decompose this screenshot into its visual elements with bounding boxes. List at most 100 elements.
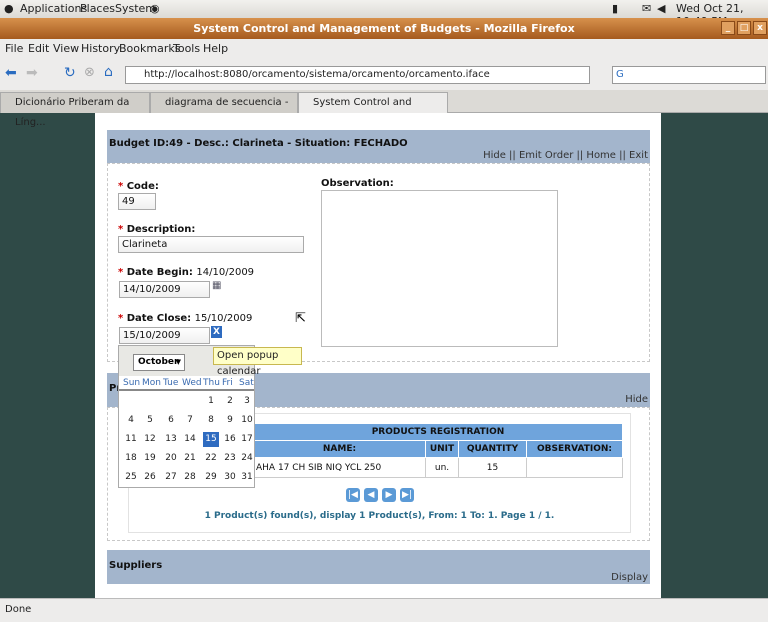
calendar-day[interactable]: 25	[123, 470, 139, 485]
calendar-icon[interactable]: ▦	[212, 280, 221, 291]
calendar-day[interactable]: 5	[142, 413, 158, 428]
calendar-day[interactable]: 8	[203, 413, 219, 428]
calendar-day[interactable]: 31	[239, 470, 255, 485]
calendar-day[interactable]: 11	[123, 432, 139, 447]
budget-header: Budget ID:49 - Desc.: Clarineta - Situat…	[107, 130, 650, 163]
search-engine-selector[interactable]: G	[613, 69, 624, 80]
applications-menu[interactable]: Applications	[20, 2, 87, 15]
description-input[interactable]: Clarineta	[118, 236, 304, 253]
calendar-day[interactable]: 4	[123, 413, 139, 428]
maximize-button[interactable]: □	[737, 21, 751, 35]
col-unit: UNIT	[425, 440, 459, 458]
status-bar: Done	[0, 598, 768, 622]
mail-icon[interactable]: ✉	[642, 2, 651, 15]
calendar-day[interactable]: 6	[163, 413, 179, 428]
calendar-day[interactable]: 21	[182, 451, 198, 466]
last-page-button[interactable]: ▶|	[400, 488, 414, 502]
description-label: * Description:	[118, 224, 196, 235]
search-input[interactable]: G	[612, 66, 766, 84]
suppliers-header: Suppliers Display	[107, 550, 650, 584]
col-quantity: QUANTITY	[458, 440, 527, 458]
window-title: System Control and Management of Budgets…	[193, 22, 575, 35]
back-icon[interactable]: ⬅	[5, 65, 17, 81]
weekday-sun: Sun	[123, 378, 141, 388]
calendar-day[interactable]: 14	[182, 432, 198, 447]
next-page-button[interactable]: ▶	[382, 488, 396, 502]
calendar-day[interactable]: 29	[203, 470, 219, 485]
window-titlebar: System Control and Management of Budgets…	[0, 18, 768, 39]
calendar-day[interactable]: 20	[163, 451, 179, 466]
menu-tools[interactable]: Tools	[173, 42, 200, 55]
col-observation: OBSERVATION:	[526, 440, 623, 458]
calendar-day[interactable]: 27	[163, 470, 179, 485]
observation-textarea[interactable]	[321, 190, 558, 347]
calendar-day[interactable]: 10	[239, 413, 255, 428]
calendar-day[interactable]: 7	[182, 413, 198, 428]
calendar-day[interactable]: 30	[222, 470, 238, 485]
menu-help[interactable]: Help	[203, 42, 228, 55]
suppliers-title: Suppliers	[109, 560, 163, 571]
calendar-day[interactable]: 17	[239, 432, 255, 447]
calendar-day[interactable]: 16	[222, 432, 238, 447]
date-close-input[interactable]: 15/10/2009	[119, 327, 210, 344]
calendar-day[interactable]: 1	[203, 394, 219, 409]
date-close-label: * Date Close: 15/10/2009	[118, 313, 253, 324]
divider	[119, 389, 254, 391]
menu-bookmarks[interactable]: Bookmarks	[119, 42, 180, 55]
calendar-day[interactable]: 18	[123, 451, 139, 466]
date-begin-input[interactable]: 14/10/2009	[119, 281, 210, 298]
url-bar[interactable]: http://localhost:8080/orcamento/sistema/…	[125, 66, 590, 84]
top-panel: ● Applications Places System ◉ ▮ ✉ ◀ Wed…	[0, 0, 768, 28]
calendar-day[interactable]: 28	[182, 470, 198, 485]
calendar-day[interactable]: 15	[203, 432, 219, 447]
calendar-day[interactable]: 26	[142, 470, 158, 485]
close-window-button[interactable]: x	[753, 21, 767, 35]
header-links[interactable]: Hide || Emit Order || Home || Exit	[483, 150, 648, 161]
calendar-day[interactable]: 12	[142, 432, 158, 447]
minimize-button[interactable]: _	[721, 21, 735, 35]
products-table-title: PRODUCTS REGISTRATION	[253, 423, 623, 441]
volume-icon[interactable]: ◀	[657, 2, 665, 15]
first-page-button[interactable]: |◀	[346, 488, 360, 502]
observation-label: Observation:	[321, 178, 394, 189]
cell-observation	[526, 457, 623, 478]
network-icon[interactable]: ▮	[612, 2, 618, 15]
menu-file[interactable]: File	[5, 42, 23, 55]
calendar-day[interactable]: 13	[163, 432, 179, 447]
menu-history[interactable]: History	[81, 42, 120, 55]
home-icon[interactable]: ⌂	[104, 64, 113, 80]
stop-icon[interactable]: ⊗	[84, 65, 95, 80]
firefox-launcher-icon[interactable]: ◉	[150, 2, 160, 15]
menu-edit[interactable]: Edit	[28, 42, 49, 55]
tab-bar: Dicionário Priberam da Líng...✕ diagrama…	[0, 90, 768, 128]
code-label: * Code:	[118, 181, 159, 192]
calendar-day[interactable]: 23	[222, 451, 238, 466]
forward-icon[interactable]: ➡	[26, 65, 38, 81]
products-hide-link[interactable]: Hide	[625, 394, 648, 405]
previous-page-button[interactable]: ◀	[364, 488, 378, 502]
close-calendar-icon[interactable]: X	[211, 326, 222, 338]
calendar-day[interactable]: 19	[142, 451, 158, 466]
weekday-mon: Mon	[142, 378, 161, 388]
mouse-cursor-icon: ⇱	[295, 311, 306, 326]
calendar-day[interactable]: 2	[222, 394, 238, 409]
reload-icon[interactable]: ↻	[64, 65, 76, 81]
weekday-tue: Tue	[163, 378, 179, 388]
date-begin-label: * Date Begin: 14/10/2009	[118, 267, 255, 278]
tooltip: Open popup calendar	[213, 347, 302, 377]
calendar-day[interactable]: 22	[203, 451, 219, 466]
suppliers-display-link[interactable]: Display	[611, 572, 648, 583]
code-input[interactable]: 49	[118, 193, 156, 210]
calendar-day[interactable]: 9	[222, 413, 238, 428]
budget-title: Budget ID:49 - Desc.: Clarineta - Situat…	[109, 138, 408, 149]
tab-system-control[interactable]: System Control and Manag...✕	[298, 92, 448, 128]
month-select[interactable]: October ▼	[133, 354, 185, 371]
table-row[interactable]: AHA 17 CH SIB NIQ YCL 250 un. 15	[253, 457, 623, 478]
tab-diagrama[interactable]: diagrama de secuencia - Go...✕	[150, 92, 298, 128]
products-table: PRODUCTS REGISTRATION NAME: UNIT QUANTIT…	[253, 423, 623, 478]
places-menu[interactable]: Places	[80, 2, 115, 15]
menu-view[interactable]: View	[53, 42, 79, 55]
tab-priberam[interactable]: Dicionário Priberam da Líng...✕	[0, 92, 150, 128]
calendar-day[interactable]: 24	[239, 451, 255, 466]
calendar-day[interactable]: 3	[239, 394, 255, 409]
